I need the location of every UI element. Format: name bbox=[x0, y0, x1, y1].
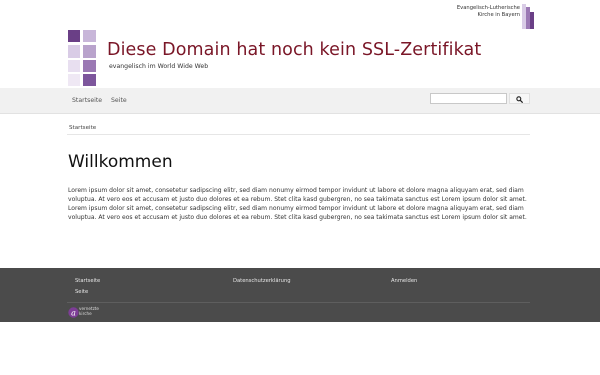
search-icon bbox=[516, 95, 523, 103]
elkb-logo[interactable]: Evangelisch-Lutherische Kirche in Bayern bbox=[430, 4, 534, 30]
elkb-logo-text: Evangelisch-Lutherische Kirche in Bayern bbox=[456, 5, 520, 18]
site-title[interactable]: Diese Domain hat noch kein SSL-Zertifika… bbox=[107, 40, 481, 60]
elkb-logo-mark bbox=[522, 4, 534, 29]
site-tagline: evangelisch im World Wide Web bbox=[109, 63, 209, 70]
page-body-text: Lorem ipsum dolor sit amet, consetetur s… bbox=[68, 187, 527, 222]
nav-item-seite[interactable]: Seite bbox=[111, 97, 127, 104]
footer-link-seite[interactable]: Seite bbox=[75, 289, 88, 295]
site-logo[interactable] bbox=[68, 30, 96, 86]
search-input[interactable] bbox=[430, 93, 507, 104]
footer-link-datenschutz[interactable]: Datenschutzerklärung bbox=[233, 278, 291, 284]
breadcrumb[interactable]: Startseite bbox=[69, 125, 96, 131]
breadcrumb-divider bbox=[67, 134, 530, 135]
footer-divider bbox=[67, 302, 530, 303]
footer-link-startseite[interactable]: Startseite bbox=[75, 278, 100, 284]
vernetzte-kirche-logo-icon: a bbox=[68, 307, 79, 318]
svg-text:a: a bbox=[71, 308, 76, 317]
search-button[interactable] bbox=[509, 93, 530, 104]
footer-link-anmelden[interactable]: Anmelden bbox=[391, 278, 417, 284]
page-heading: Willkommen bbox=[68, 152, 173, 172]
vernetzte-kirche-logo-text: vernetzte kirche bbox=[79, 306, 99, 316]
nav-item-startseite[interactable]: Startseite bbox=[72, 97, 102, 104]
vernetzte-kirche-logo[interactable]: a vernetzte kirche bbox=[68, 306, 108, 319]
